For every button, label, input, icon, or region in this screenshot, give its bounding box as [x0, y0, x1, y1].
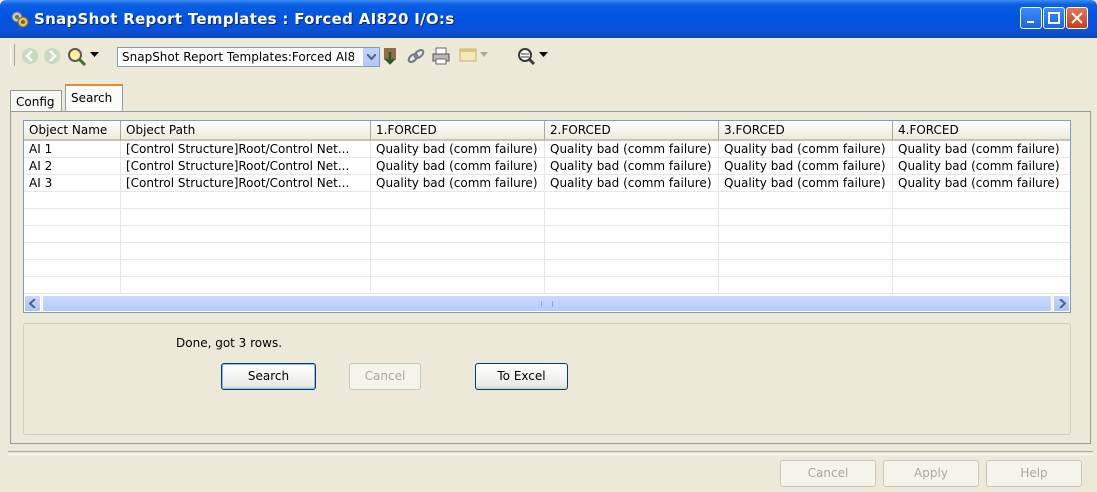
table-row[interactable]: AI 2 [Control Structure]Root/Control Net… — [24, 158, 1070, 175]
scroll-thumb[interactable] — [42, 295, 1052, 312]
close-button[interactable] — [1066, 7, 1088, 29]
search-controls-group: Done, got 3 rows. Search Cancel To Excel — [23, 323, 1071, 435]
search-tab-panel: Object Name Object Path 1.FORCED 2.FORCE… — [10, 111, 1091, 444]
to-excel-button[interactable]: To Excel — [475, 363, 568, 390]
tab-config[interactable]: Config — [10, 90, 62, 112]
empty-row — [24, 209, 1070, 226]
title-bar[interactable]: SnapShot Report Templates : Forced AI820… — [0, 0, 1097, 38]
cancel-button[interactable]: Cancel — [780, 460, 876, 487]
empty-row — [24, 192, 1070, 209]
cell-forced-3: Quality bad (comm failure) — [719, 158, 893, 175]
footer-divider — [8, 451, 1093, 455]
dropdown-arrow-icon[interactable] — [480, 52, 488, 57]
cell-object-name: AI 3 — [24, 175, 121, 192]
window-title: SnapShot Report Templates : Forced AI820… — [34, 10, 455, 28]
cell-object-path: [Control Structure]Root/Control Net... — [121, 141, 371, 158]
cell-forced-1: Quality bad (comm failure) — [371, 175, 545, 192]
close-icon — [1071, 12, 1083, 24]
link-icon[interactable] — [406, 46, 426, 66]
cancel-search-button[interactable]: Cancel — [349, 363, 421, 390]
cell-forced-3: Quality bad (comm failure) — [719, 175, 893, 192]
location-combo-value: SnapShot Report Templates:Forced AI820 I… — [122, 50, 354, 64]
minimize-icon — [1027, 21, 1034, 23]
chevron-right-icon — [1059, 299, 1066, 308]
search-status-text: Done, got 3 rows. — [176, 336, 283, 350]
grid-header: Object Name Object Path 1.FORCED 2.FORCE… — [24, 121, 1070, 141]
search-magnifier-icon[interactable] — [66, 46, 88, 68]
app-gears-icon — [11, 11, 29, 28]
dropdown-arrow-icon[interactable] — [90, 52, 99, 58]
location-combo[interactable]: SnapShot Report Templates:Forced AI820 I… — [117, 47, 380, 67]
table-row[interactable]: AI 1 [Control Structure]Root/Control Net… — [24, 141, 1070, 158]
cell-object-name: AI 1 — [24, 141, 121, 158]
empty-row — [24, 260, 1070, 277]
scroll-right-button[interactable] — [1053, 295, 1070, 312]
toolbar-grip[interactable] — [10, 44, 15, 66]
horizontal-scrollbar[interactable] — [24, 295, 1070, 312]
help-button[interactable]: Help — [986, 460, 1082, 487]
cell-object-path: [Control Structure]Root/Control Net... — [121, 158, 371, 175]
column-header-forced-4[interactable]: 4.FORCED — [893, 121, 1070, 141]
chevron-left-icon — [29, 299, 36, 308]
empty-row — [24, 277, 1070, 294]
cell-object-path: [Control Structure]Root/Control Net... — [121, 175, 371, 192]
view-icon[interactable] — [516, 46, 538, 68]
toolbar: SnapShot Report Templates:Forced AI820 I… — [4, 40, 1093, 72]
cell-forced-1: Quality bad (comm failure) — [371, 141, 545, 158]
chevron-down-icon — [367, 54, 376, 60]
empty-row — [24, 243, 1070, 260]
scroll-left-button[interactable] — [24, 295, 41, 312]
empty-row — [24, 226, 1070, 243]
cell-forced-3: Quality bad (comm failure) — [719, 141, 893, 158]
cell-forced-1: Quality bad (comm failure) — [371, 158, 545, 175]
minimize-button[interactable] — [1020, 7, 1042, 29]
cell-forced-2: Quality bad (comm failure) — [545, 175, 719, 192]
location-combo-dropdown[interactable] — [362, 48, 379, 66]
save-download-icon[interactable] — [380, 46, 400, 66]
search-button[interactable]: Search — [221, 363, 316, 390]
dialog-window: SnapShot Report Templates : Forced AI820… — [0, 0, 1097, 492]
apply-button[interactable]: Apply — [883, 460, 979, 487]
tab-search[interactable]: Search — [65, 84, 123, 112]
maximize-button[interactable] — [1043, 7, 1065, 29]
column-header-object-path[interactable]: Object Path — [121, 121, 371, 141]
column-header-object-name[interactable]: Object Name — [24, 121, 121, 141]
maximize-icon — [1048, 12, 1060, 24]
cell-forced-4: Quality bad (comm failure) — [893, 158, 1070, 175]
back-arrow-icon[interactable] — [20, 46, 40, 66]
cell-object-name: AI 2 — [24, 158, 121, 175]
cell-forced-2: Quality bad (comm failure) — [545, 158, 719, 175]
forward-arrow-icon[interactable] — [42, 46, 62, 66]
column-header-forced-2[interactable]: 2.FORCED — [545, 121, 719, 141]
column-header-forced-3[interactable]: 3.FORCED — [719, 121, 893, 141]
column-header-forced-1[interactable]: 1.FORCED — [371, 121, 545, 141]
dropdown-arrow-icon[interactable] — [539, 52, 548, 58]
print-icon[interactable] — [431, 46, 451, 66]
results-grid[interactable]: Object Name Object Path 1.FORCED 2.FORCE… — [23, 120, 1071, 313]
cell-forced-2: Quality bad (comm failure) — [545, 141, 719, 158]
cell-forced-4: Quality bad (comm failure) — [893, 175, 1070, 192]
table-row[interactable]: AI 3 [Control Structure]Root/Control Net… — [24, 175, 1070, 192]
window-icon[interactable] — [459, 46, 477, 64]
cell-forced-4: Quality bad (comm failure) — [893, 141, 1070, 158]
